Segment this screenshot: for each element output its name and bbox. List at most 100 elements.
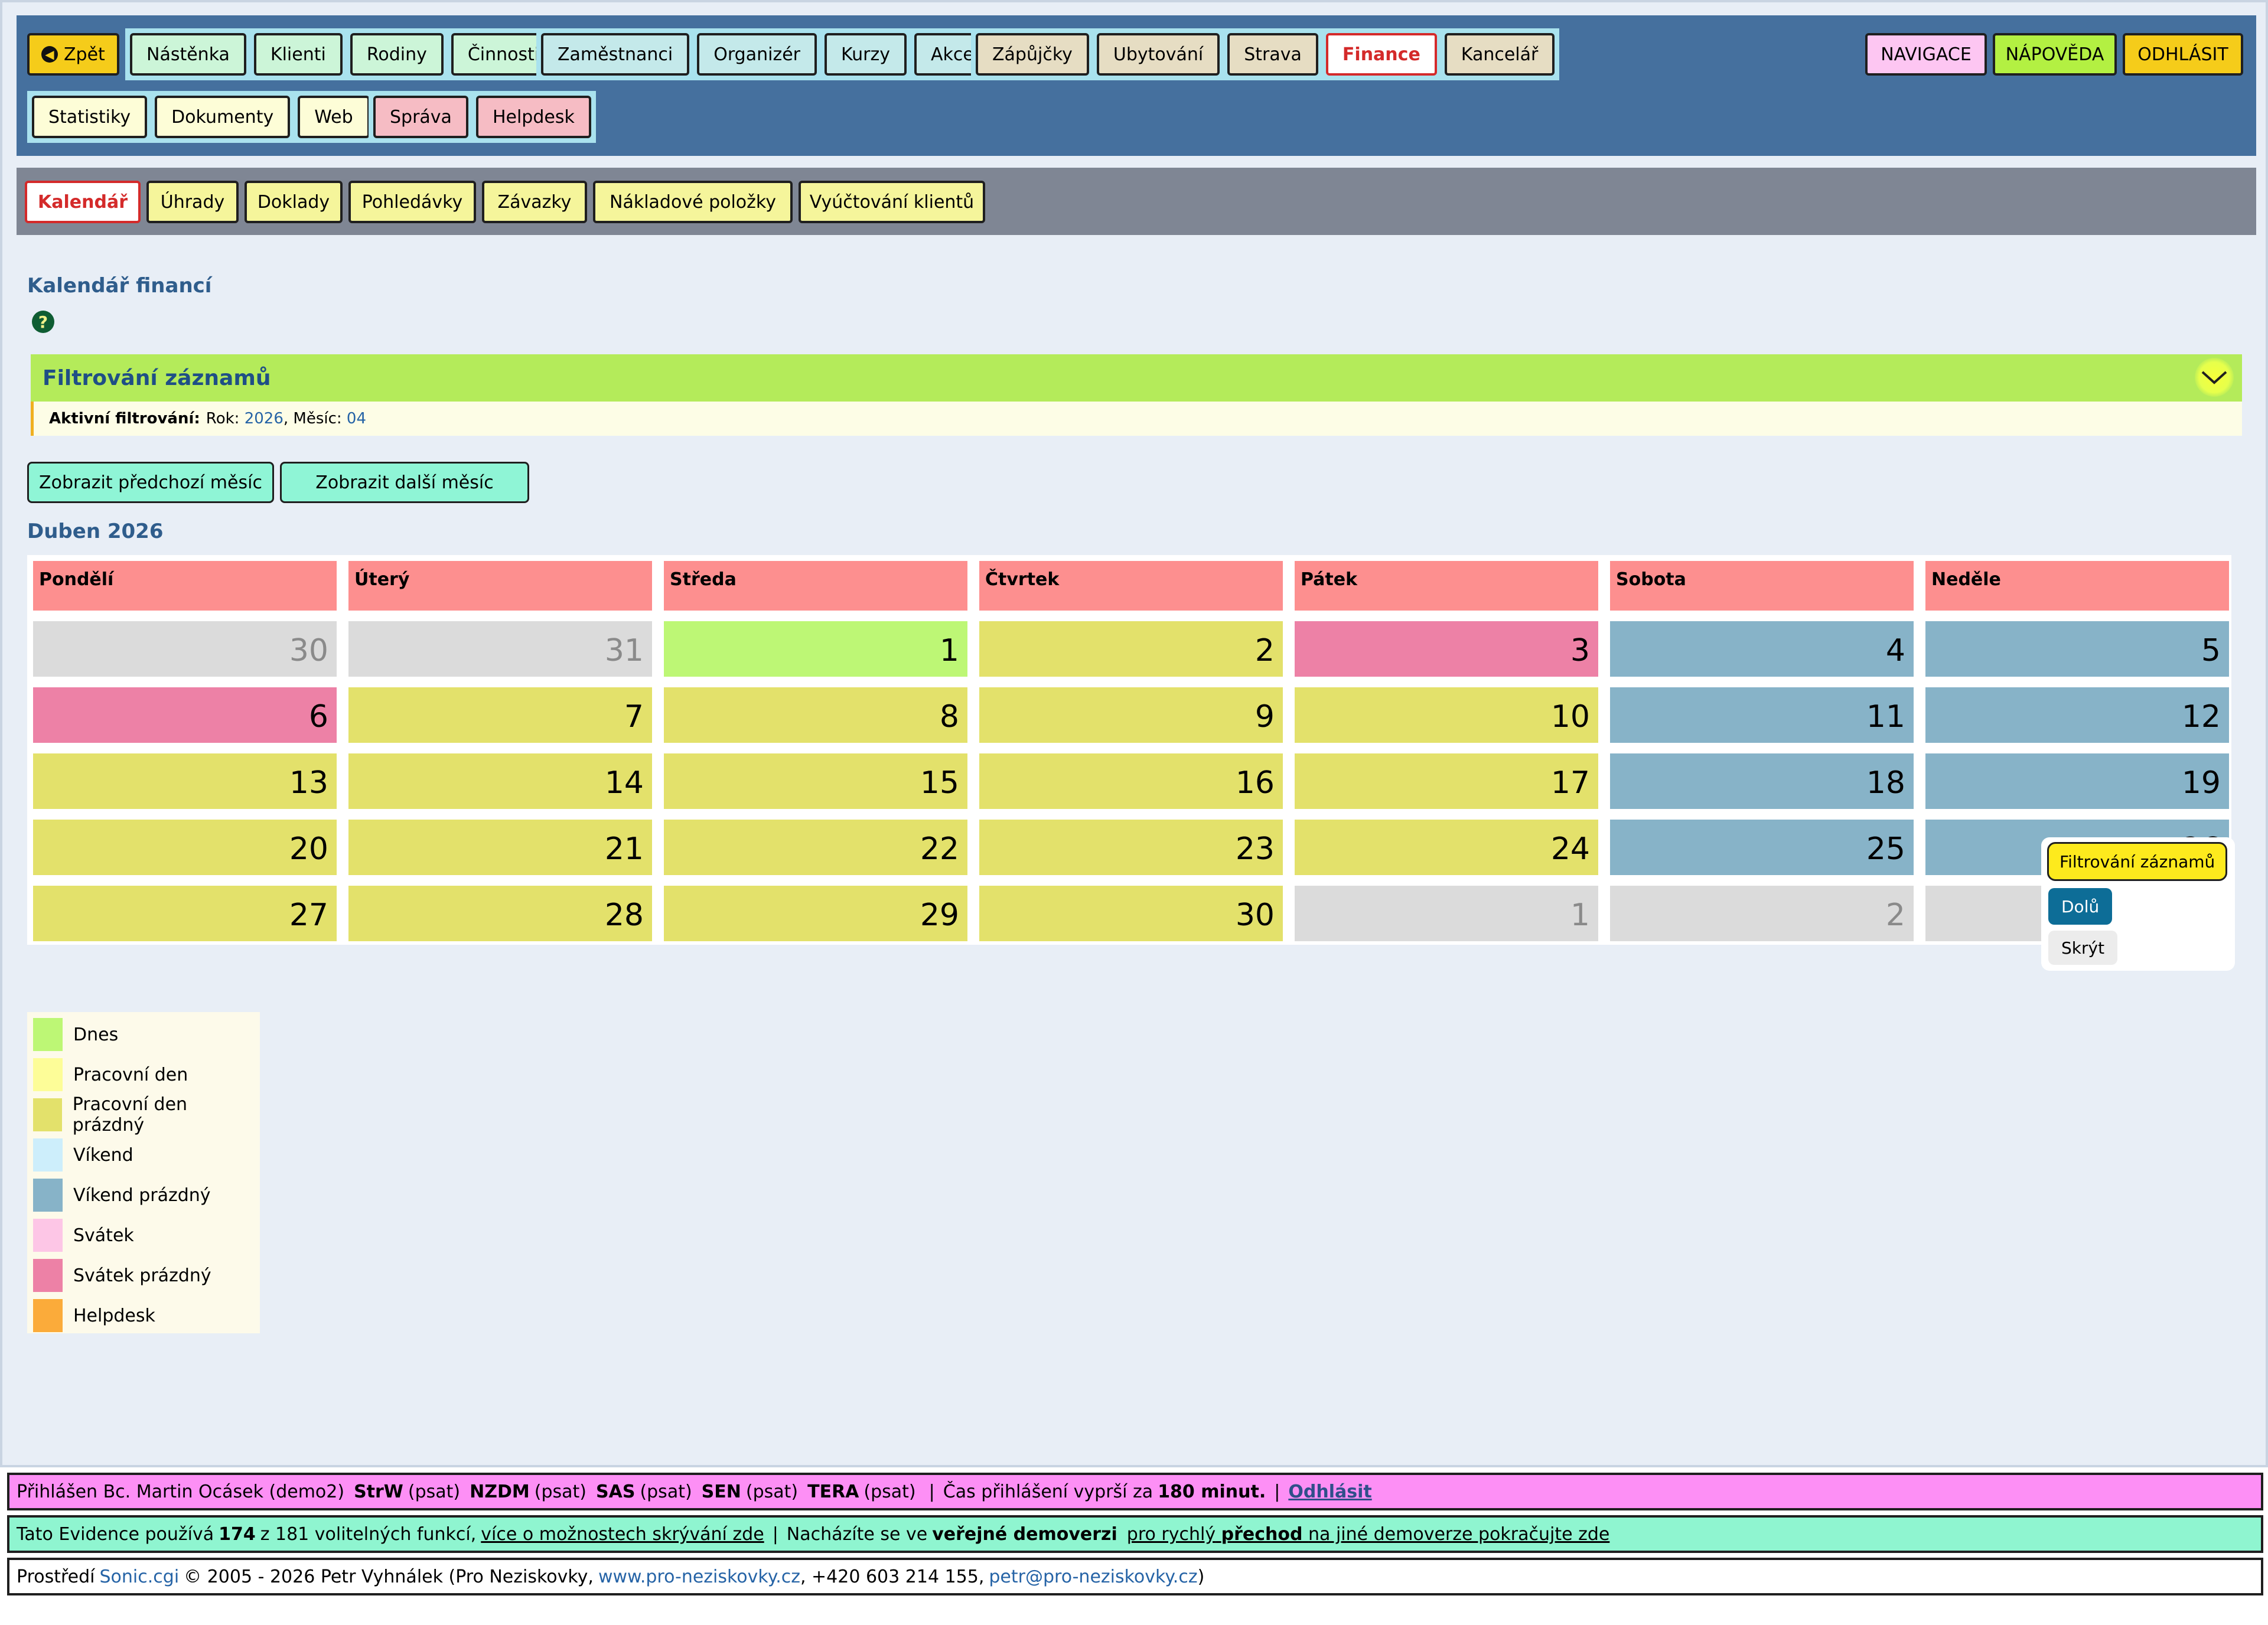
calendar-day-cell[interactable]: 18 xyxy=(1610,753,1914,809)
calendar-day-cell[interactable]: 10 xyxy=(1295,687,1598,743)
features-info-bar: Tato Evidence používá 174 z 181 voliteln… xyxy=(7,1515,2263,1553)
features-total: z 181 volitelných funkcí, xyxy=(260,1523,477,1545)
features-hiding-link[interactable]: více o možnostech skrývání zde xyxy=(481,1524,764,1545)
calendar-day-cell[interactable]: 4 xyxy=(1610,621,1914,677)
nav-item-rodiny[interactable]: Rodiny xyxy=(350,33,444,76)
calendar-day-cell[interactable]: 9 xyxy=(979,687,1283,743)
day-header: Úterý xyxy=(348,561,652,611)
tab-uhrady[interactable]: Úhrady xyxy=(146,181,239,223)
demo-notice: Nacházíte se ve xyxy=(786,1523,928,1545)
demo-switch-link[interactable]: pro rychlý přechod na jiné demoverze pok… xyxy=(1127,1524,1610,1545)
prev-month-button[interactable]: Zobrazit předchozí měsíc xyxy=(27,462,274,503)
nav-item-sprava[interactable]: Správa xyxy=(373,96,468,138)
calendar-day-cell[interactable]: 22 xyxy=(664,820,967,875)
nav-item-nastenka[interactable]: Nástěnka xyxy=(130,33,246,76)
footer-logout-link[interactable]: Odhlásit xyxy=(1288,1482,1371,1502)
nav-item-kurzy[interactable]: Kurzy xyxy=(824,33,907,76)
nav-group-services: Zápůjčky Ubytování Strava Finance Kancel… xyxy=(971,28,1560,80)
calendar-day-cell[interactable]: 1 xyxy=(664,621,967,677)
nav-item-helpdesk[interactable]: Helpdesk xyxy=(475,96,591,138)
day-header: Pondělí xyxy=(33,561,337,611)
tab-doklady[interactable]: Doklady xyxy=(245,181,343,223)
back-button[interactable]: ◀ Zpět xyxy=(27,33,119,76)
day-header: Neděle xyxy=(1925,561,2229,611)
calendar-day-cell[interactable]: 20 xyxy=(33,820,337,875)
calendar-day-cell[interactable]: 2 xyxy=(979,621,1283,677)
legend-item: Dnes xyxy=(27,1014,260,1055)
calendar-day-cell[interactable]: 5 xyxy=(1925,621,2229,677)
calendar-day-cell[interactable]: 14 xyxy=(348,753,652,809)
calendar-day-cell[interactable]: 28 xyxy=(348,886,652,941)
email-link[interactable]: petr@pro-neziskovky.cz xyxy=(989,1567,1197,1587)
calendar-day-cell[interactable]: 29 xyxy=(664,886,967,941)
page-title: Kalendář financí xyxy=(27,274,212,298)
calendar-day-cell[interactable]: 6 xyxy=(33,687,337,743)
website-link[interactable]: www.pro-neziskovky.cz xyxy=(598,1567,800,1587)
calendar-day-cell[interactable]: 24 xyxy=(1295,820,1598,875)
nav-item-web[interactable]: Web xyxy=(298,96,370,138)
calendar-day-cell[interactable]: 31 xyxy=(348,621,652,677)
nav-group-reports: Statistiky Dokumenty Web xyxy=(27,91,374,143)
calendar-day-cell[interactable]: 19 xyxy=(1925,753,2229,809)
calendar-day-cell[interactable]: 21 xyxy=(348,820,652,875)
calendar-day-cell[interactable]: 16 xyxy=(979,753,1283,809)
tab-zavazky[interactable]: Závazky xyxy=(482,181,587,223)
calendar-day-cell[interactable]: 1 xyxy=(1295,886,1598,941)
calendar-day-cell[interactable]: 17 xyxy=(1295,753,1598,809)
jump-to-filter-button[interactable]: Filtrování záznamů xyxy=(2047,842,2228,881)
legend-swatch xyxy=(33,1058,63,1091)
product-link[interactable]: Sonic.cgi xyxy=(100,1567,180,1587)
nav-item-strava[interactable]: Strava xyxy=(1227,33,1318,76)
nav-item-ubytovani[interactable]: Ubytování xyxy=(1096,33,1220,76)
legend-label: Helpdesk xyxy=(73,1305,155,1326)
legend-item: Svátek xyxy=(27,1215,260,1255)
calendar-day-cell[interactable]: 7 xyxy=(348,687,652,743)
tab-pohledavky[interactable]: Pohledávky xyxy=(348,181,476,223)
legend-item: Víkend xyxy=(27,1135,260,1175)
role-code: SEN xyxy=(701,1481,741,1502)
calendar-day-cell[interactable]: 27 xyxy=(33,886,337,941)
calendar-day-cell[interactable]: 13 xyxy=(33,753,337,809)
nav-item-organizer[interactable]: Organizér xyxy=(697,33,817,76)
navigace-button[interactable]: NAVIGACE xyxy=(1865,33,1987,76)
calendar-legend: Dnes Pracovní den Pracovní den prázdný Víke… xyxy=(27,1012,260,1333)
nav-item-statistiky[interactable]: Statistiky xyxy=(32,96,148,138)
calendar-day-cell[interactable]: 12 xyxy=(1925,687,2229,743)
napoveda-button[interactable]: NÁPOVĚDA xyxy=(1993,33,2117,76)
tab-nakladove-polozky[interactable]: Nákladové položky xyxy=(593,181,793,223)
chevron-down-icon[interactable] xyxy=(2195,358,2234,397)
calendar-day-cell[interactable]: 2 xyxy=(1610,886,1914,941)
legend-item: Helpdesk xyxy=(27,1296,260,1336)
tab-kalendar[interactable]: Kalendář xyxy=(25,181,141,223)
role-code: SAS xyxy=(596,1481,636,1502)
legend-label: Svátek xyxy=(73,1225,134,1246)
credits-close: ) xyxy=(1197,1566,1205,1587)
hide-widget-button[interactable]: Skrýt xyxy=(2048,931,2118,965)
calendar-day-cell[interactable]: 15 xyxy=(664,753,967,809)
nav-item-zapujcky[interactable]: Zápůjčky xyxy=(976,33,1089,76)
role-code: TERA xyxy=(807,1481,859,1502)
odhlasit-button[interactable]: ODHLÁSIT xyxy=(2123,33,2243,76)
nav-item-finance[interactable]: Finance xyxy=(1325,33,1437,76)
help-icon[interactable]: ? xyxy=(32,311,54,333)
calendar-day-cell[interactable]: 3 xyxy=(1295,621,1598,677)
next-month-button[interactable]: Zobrazit další měsíc xyxy=(280,462,529,503)
tab-vyuctovani-klientu[interactable]: Vyúčtování klientů xyxy=(799,181,985,223)
calendar-day-cell[interactable]: 30 xyxy=(979,886,1283,941)
role-note: (psat) xyxy=(863,1481,916,1502)
role-code: NZDM xyxy=(470,1481,530,1502)
scroll-down-button[interactable]: Dolů xyxy=(2048,888,2113,925)
role-note: (psat) xyxy=(640,1481,692,1502)
nav-item-dokumenty[interactable]: Dokumenty xyxy=(155,96,291,138)
calendar-day-cell[interactable]: 30 xyxy=(33,621,337,677)
active-filter-label: Aktivní filtrování: xyxy=(49,410,200,428)
calendar-day-cell[interactable]: 25 xyxy=(1610,820,1914,875)
calendar-day-cell[interactable]: 8 xyxy=(664,687,967,743)
calendar-day-cell[interactable]: 11 xyxy=(1610,687,1914,743)
nav-item-klienti[interactable]: Klienti xyxy=(253,33,343,76)
main-navigation: ◀ Zpět Nástěnka Klienti Rodiny Činnosti … xyxy=(17,15,2256,156)
nav-item-kancelar[interactable]: Kancelář xyxy=(1444,33,1555,76)
nav-item-zamestnanci[interactable]: Zaměstnanci xyxy=(541,33,690,76)
filter-panel-header[interactable]: Filtrování záznamů xyxy=(31,354,2242,402)
calendar-day-cell[interactable]: 23 xyxy=(979,820,1283,875)
